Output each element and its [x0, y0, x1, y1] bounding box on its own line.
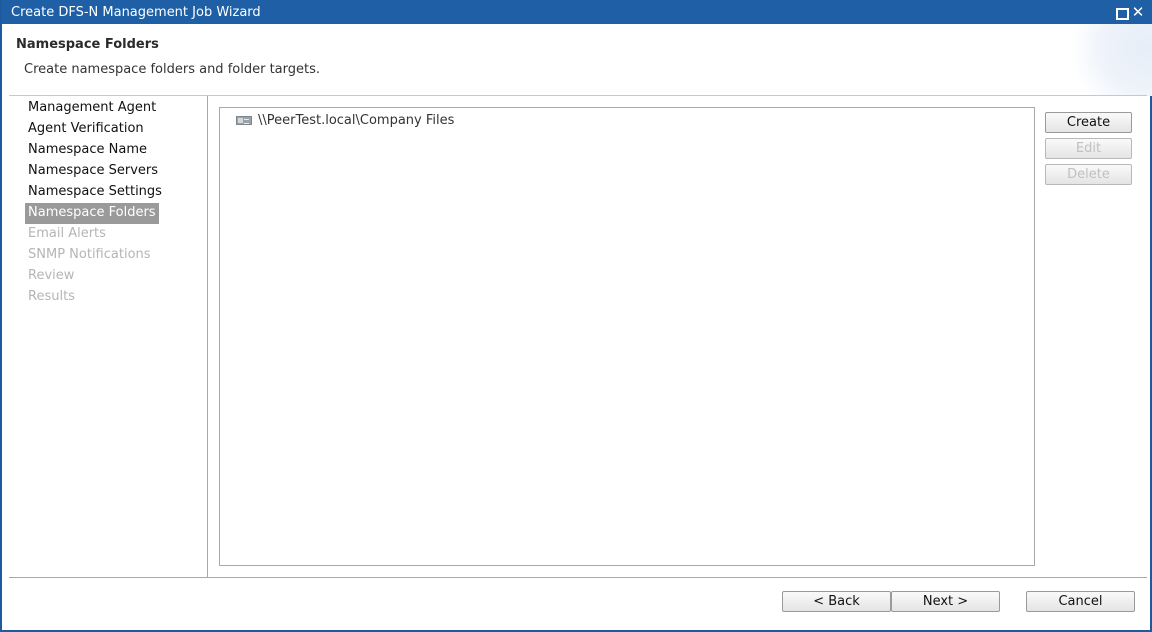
cancel-button[interactable]: Cancel [1026, 591, 1135, 612]
wizard-window: Create DFS-N Management Job Wizard ✕ Nam… [0, 0, 1152, 632]
namespace-icon [236, 115, 252, 125]
header-decoration [1062, 24, 1152, 96]
wizard-steps-nav: Management Agent Agent Verification Name… [9, 96, 208, 577]
create-button[interactable]: Create [1045, 112, 1132, 133]
step-namespace-name[interactable]: Namespace Name [25, 140, 150, 161]
step-namespace-servers[interactable]: Namespace Servers [25, 161, 161, 182]
tree-node-root[interactable]: \\PeerTest.local\Company Files [236, 111, 454, 129]
delete-button: Delete [1045, 164, 1132, 185]
step-email-alerts: Email Alerts [28, 226, 106, 241]
edit-button: Edit [1045, 138, 1132, 159]
page-subtitle: Create namespace folders and folder targ… [24, 62, 320, 77]
next-button[interactable]: Next > [891, 591, 1000, 612]
step-management-agent[interactable]: Management Agent [25, 98, 159, 119]
step-review: Review [28, 268, 75, 283]
step-namespace-folders[interactable]: Namespace Folders [25, 203, 159, 224]
wizard-header: Namespace Folders Create namespace folde… [4, 24, 1152, 96]
tree-node-label: \\PeerTest.local\Company Files [258, 112, 455, 128]
close-icon[interactable]: ✕ [1130, 4, 1146, 20]
page-title: Namespace Folders [16, 37, 159, 52]
maximize-icon[interactable] [1112, 4, 1129, 20]
back-button[interactable]: < Back [782, 591, 891, 612]
step-namespace-settings[interactable]: Namespace Settings [25, 182, 165, 203]
window-title: Create DFS-N Management Job Wizard [11, 5, 261, 20]
footer-divider [9, 577, 1147, 578]
step-snmp-notifications: SNMP Notifications [28, 247, 151, 262]
step-results: Results [28, 289, 75, 304]
title-bar: Create DFS-N Management Job Wizard ✕ [2, 0, 1152, 24]
step-agent-verification[interactable]: Agent Verification [25, 119, 147, 140]
folder-tree[interactable]: \\PeerTest.local\Company Files [219, 107, 1035, 566]
